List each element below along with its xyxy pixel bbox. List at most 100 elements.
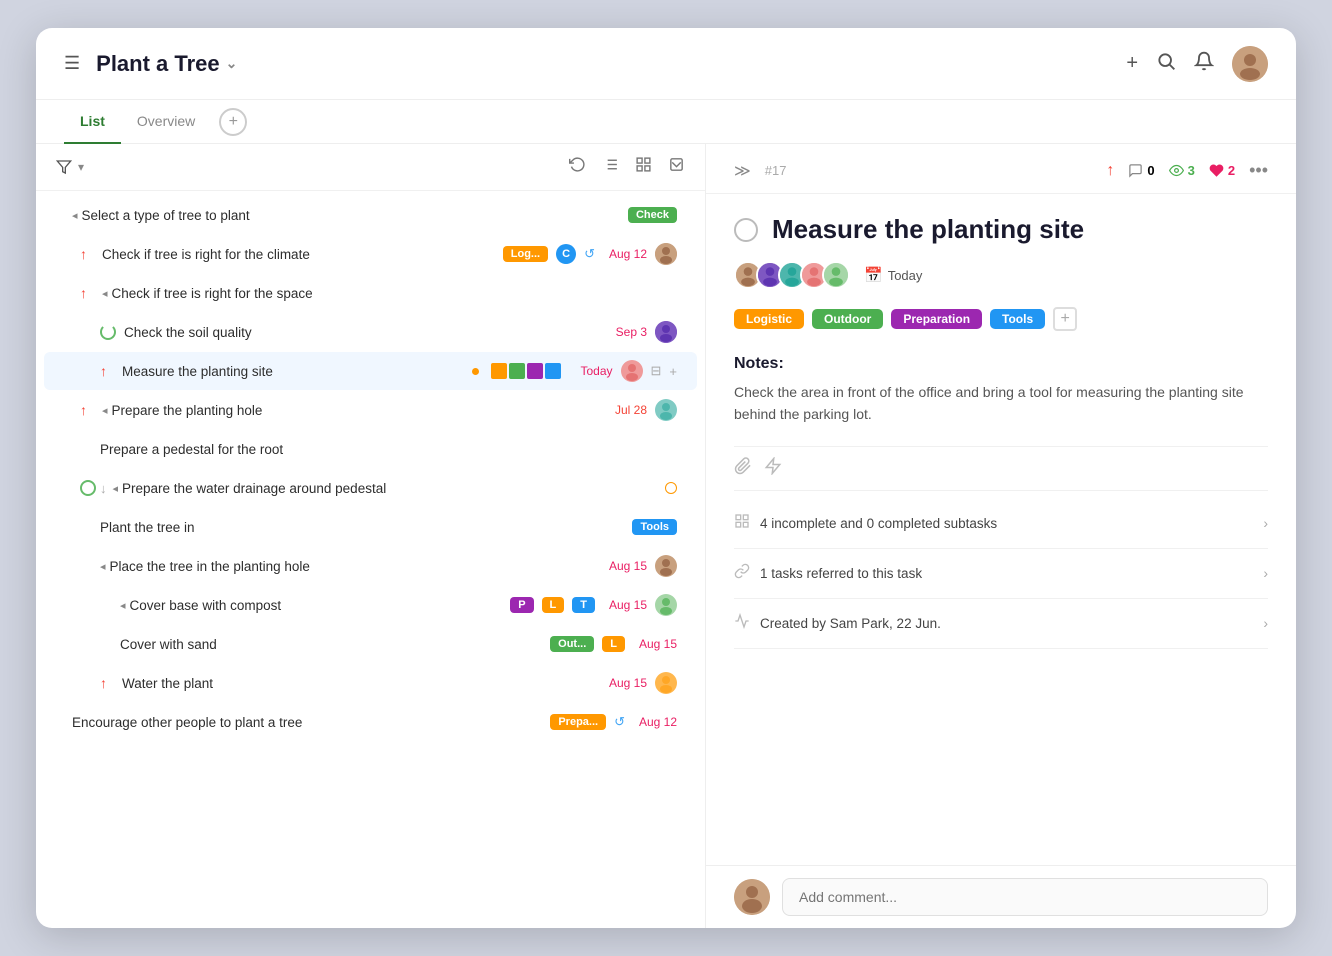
task-meta: Jul 28 xyxy=(603,399,677,421)
task-row[interactable]: Cover with sand Out... L Aug 15 xyxy=(44,625,697,663)
task-row[interactable]: ↑ Check if tree is right for the climate… xyxy=(44,235,697,273)
notes-title: Notes: xyxy=(734,355,1268,373)
hamburger-icon[interactable]: ☰ xyxy=(64,53,80,74)
subtasks-label: 4 incomplete and 0 completed subtasks xyxy=(760,516,997,531)
task-name: Prepare a pedestal for the root xyxy=(100,442,677,457)
due-date-badge[interactable]: 📅 Today xyxy=(864,266,922,284)
task-row[interactable]: ↑ ◂ Check if tree is right for the space xyxy=(44,274,697,312)
task-avatar xyxy=(655,321,677,343)
task-row[interactable]: ◂ Cover base with compost P L T Aug 15 xyxy=(44,586,697,624)
task-date: Today xyxy=(569,364,613,378)
color-block-green xyxy=(509,363,525,379)
color-block-orange xyxy=(491,363,507,379)
task-meta: Sep 3 xyxy=(603,321,677,343)
paperclip-icon[interactable] xyxy=(734,457,752,480)
comment-area xyxy=(706,865,1296,928)
bell-icon[interactable] xyxy=(1194,51,1214,77)
task-row[interactable]: Prepare a pedestal for the root xyxy=(44,430,697,468)
task-date: Aug 12 xyxy=(603,247,647,261)
refresh-icon[interactable] xyxy=(569,156,586,178)
filter-button[interactable]: ▾ xyxy=(56,159,84,175)
search-icon[interactable] xyxy=(1156,51,1176,77)
expand-icon: ◂ xyxy=(72,209,78,222)
more-options-icon[interactable]: ••• xyxy=(1249,160,1268,181)
detail-expand-icon[interactable]: ≫ xyxy=(734,161,751,181)
task-avatar xyxy=(655,243,677,265)
header: ☰ Plant a Tree ⌄ + xyxy=(36,28,1296,100)
add-tag-button[interactable]: + xyxy=(1053,307,1077,331)
tab-list[interactable]: List xyxy=(64,100,121,144)
task-avatar xyxy=(655,399,677,421)
task-name: Check the soil quality xyxy=(124,325,595,340)
task-row[interactable]: ↑ ◂ Prepare the planting hole Jul 28 xyxy=(44,391,697,429)
watchers-stat[interactable]: 3 xyxy=(1169,163,1195,178)
task-row[interactable]: Check the soil quality Sep 3 xyxy=(44,313,697,351)
task-list-toolbar: ▾ xyxy=(36,144,705,191)
task-avatar xyxy=(621,360,643,382)
expand-icon: ◂ xyxy=(102,287,108,300)
list-view-icon[interactable] xyxy=(602,156,619,178)
task-row[interactable]: Encourage other people to plant a tree P… xyxy=(44,703,697,741)
refs-info: 1 tasks referred to this task xyxy=(734,563,922,584)
adjust-icon[interactable]: ⊟ xyxy=(651,363,662,379)
detail-title-row: Measure the planting site xyxy=(734,214,1268,245)
subtasks-row[interactable]: 4 incomplete and 0 completed subtasks › xyxy=(734,499,1268,549)
attachment-row xyxy=(734,446,1268,491)
expand-icon: ◂ xyxy=(120,599,126,612)
tag-preparation[interactable]: Preparation xyxy=(891,309,982,329)
task-date: Aug 15 xyxy=(603,598,647,612)
task-complete-checkbox[interactable] xyxy=(734,218,758,242)
plus-icon[interactable]: + xyxy=(1126,52,1138,75)
detail-header-left: ≫ #17 xyxy=(734,161,786,181)
task-row[interactable]: ◂ Select a type of tree to plant Check xyxy=(44,196,697,234)
notes-section: Notes: Check the area in front of the of… xyxy=(734,355,1268,426)
main-content: ▾ xyxy=(36,144,1296,928)
likes-stat[interactable]: 2 xyxy=(1209,163,1235,178)
detail-body: Measure the planting site xyxy=(706,194,1296,865)
add-tab-button[interactable]: + xyxy=(219,108,247,136)
color-block-purple xyxy=(527,363,543,379)
refs-label: 1 tasks referred to this task xyxy=(760,566,922,581)
tag-outdoor[interactable]: Outdoor xyxy=(812,309,883,329)
link-icon xyxy=(734,563,750,584)
task-row[interactable]: ↑ Water the plant Aug 15 xyxy=(44,664,697,702)
color-block-blue xyxy=(545,363,561,379)
created-row[interactable]: Created by Sam Park, 22 Jun. › xyxy=(734,599,1268,649)
tag-tools[interactable]: Tools xyxy=(990,309,1045,329)
comment-input[interactable] xyxy=(782,878,1268,916)
tag-logistic[interactable]: Logistic xyxy=(734,309,804,329)
task-date: Aug 15 xyxy=(603,559,647,573)
task-name: Check if tree is right for the space xyxy=(112,286,677,301)
task-row[interactable]: Plant the tree in Tools xyxy=(44,508,697,546)
task-row-measure-site[interactable]: ↑ Measure the planting site Today xyxy=(44,352,697,390)
grid-view-icon[interactable] xyxy=(635,156,652,178)
image-icon[interactable] xyxy=(764,457,782,480)
progress-circle xyxy=(100,324,116,340)
created-label: Created by Sam Park, 22 Jun. xyxy=(760,616,941,631)
task-row[interactable]: ↓ ◂ Prepare the water drainage around pe… xyxy=(44,469,697,507)
refs-row[interactable]: 1 tasks referred to this task › xyxy=(734,549,1268,599)
task-row[interactable]: ◂ Place the tree in the planting hole Au… xyxy=(44,547,697,585)
user-avatar[interactable] xyxy=(1232,46,1268,82)
avatar-5 xyxy=(822,261,850,289)
priority-icon: ↑ xyxy=(80,246,98,262)
task-meta: Today ⊟ + xyxy=(491,360,678,382)
subtasks-info: 4 incomplete and 0 completed subtasks xyxy=(734,513,997,534)
tag-tools: Tools xyxy=(632,519,677,535)
task-meta: Aug 15 xyxy=(603,672,677,694)
tab-overview[interactable]: Overview xyxy=(121,100,211,144)
project-title[interactable]: Plant a Tree ⌄ xyxy=(96,51,237,77)
detail-header: ≫ #17 ↑ 0 3 xyxy=(706,144,1296,194)
tag-check: Check xyxy=(628,207,677,223)
priority-up-icon: ↑ xyxy=(1106,162,1114,180)
chevron-down-icon: ⌄ xyxy=(226,55,238,72)
tag-prepa: Prepa... xyxy=(550,714,606,730)
add-subtask-icon[interactable]: + xyxy=(669,364,677,379)
comments-stat[interactable]: 0 xyxy=(1128,163,1154,178)
export-icon[interactable] xyxy=(668,156,685,178)
task-date: Jul 28 xyxy=(603,403,647,417)
refs-chevron: › xyxy=(1263,565,1268,581)
arrow-down-icon: ↓ xyxy=(100,481,107,496)
tag-p: P xyxy=(510,597,533,613)
sync-icon: ↺ xyxy=(614,714,625,730)
